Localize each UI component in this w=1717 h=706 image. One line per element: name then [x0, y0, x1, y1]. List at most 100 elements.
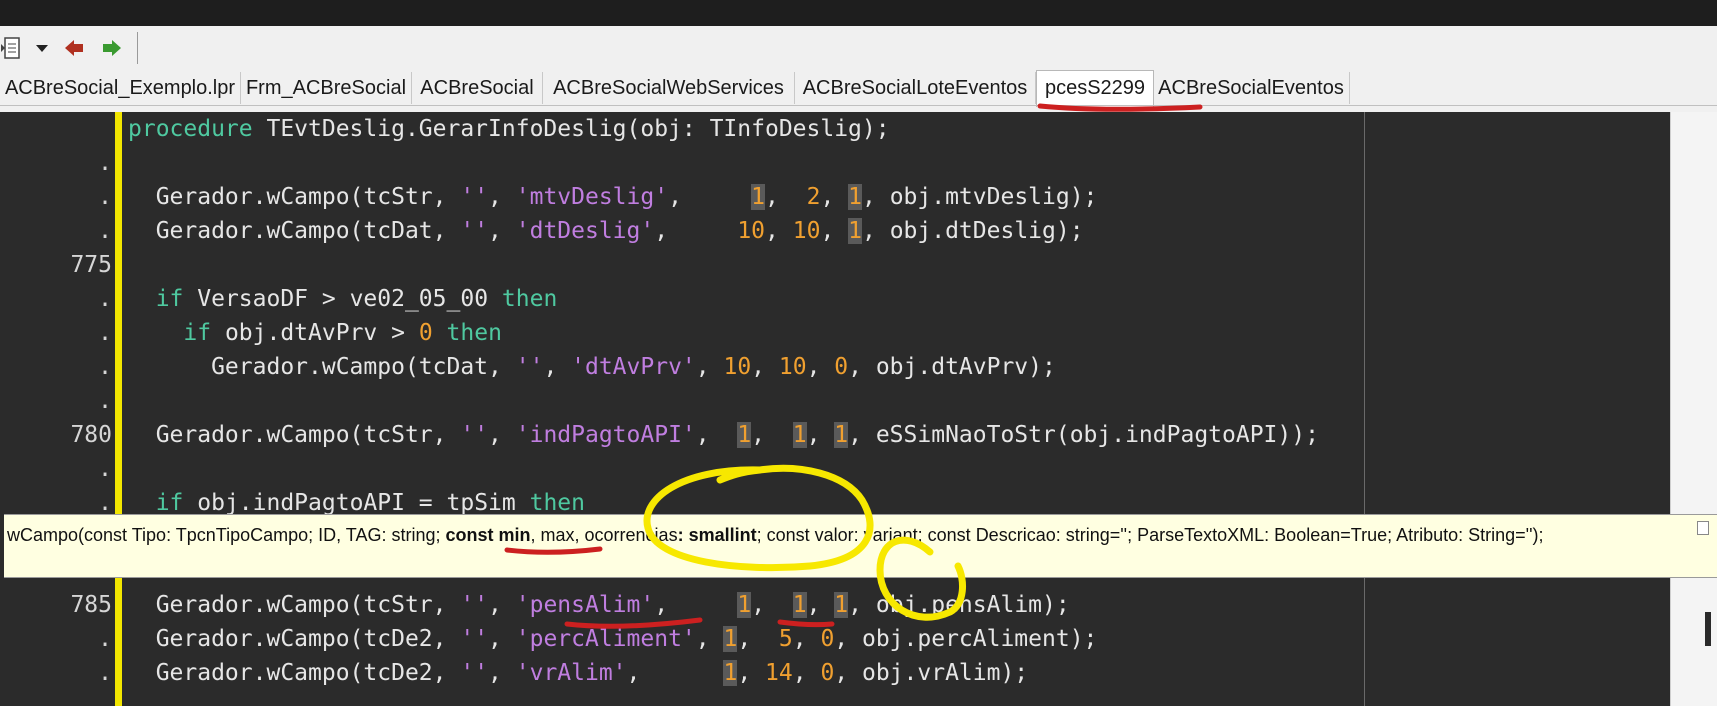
code-line: Gerador.wCampo(tcStr, '', 'pensAlim', 1,…	[128, 592, 1070, 618]
gutter-dot: .	[98, 490, 112, 516]
number-literal: 2	[806, 184, 821, 210]
code-text: ,	[668, 184, 752, 210]
number-literal-highlighted: 1	[723, 626, 738, 652]
code-line: if obj.indPagtoAPI = tpSim then	[128, 490, 585, 516]
string-literal: 'pensAlim'	[515, 592, 655, 618]
toolbar-separator	[137, 32, 138, 64]
keyword: then	[529, 490, 585, 516]
tab-acbresocial-exemplo[interactable]: ACBreSocial_Exemplo.lpr	[0, 72, 241, 104]
code-text: ,	[792, 660, 821, 686]
code-text: ,	[806, 354, 835, 380]
code-text: ,	[806, 422, 835, 448]
number-literal: 10	[737, 218, 766, 244]
code-text: Gerador.wCampo(tcStr,	[128, 184, 461, 210]
code-text: , obj.percAliment);	[834, 626, 1098, 652]
gutter-dot: .	[98, 184, 112, 210]
code-text: , obj.mtvDeslig);	[862, 184, 1098, 210]
gutter-dot: .	[98, 354, 112, 380]
tab-acbresocial[interactable]: ACBreSocial	[412, 72, 543, 104]
tooltip-current-param: const min	[445, 525, 531, 545]
code-text: ,	[765, 184, 807, 210]
code-text: ,	[543, 354, 572, 380]
gutter-dot: .	[98, 320, 112, 346]
gutter-dot: .	[98, 286, 112, 312]
tooltip-text: ; const valor: variant; const Descricao:…	[756, 525, 1544, 545]
tab-pcess2299[interactable]: pcesS2299	[1036, 70, 1154, 107]
number-literal: 10	[792, 218, 821, 244]
number-literal-highlighted: 1	[834, 592, 849, 618]
gutter-dot: .	[98, 626, 112, 652]
keyword: if	[155, 490, 184, 516]
keyword: procedure	[128, 116, 253, 142]
list-icon[interactable]	[0, 34, 24, 62]
parameter-hint-tooltip: wCampo(const Tipo: TpcnTipoCampo; ID, TA…	[4, 514, 1717, 578]
string-literal: ''	[515, 354, 544, 380]
code-line: Gerador.wCampo(tcStr, '', 'mtvDeslig', 1…	[128, 184, 1097, 210]
code-text: ,	[751, 592, 793, 618]
tooltip-page-icon	[1697, 521, 1709, 535]
code-text: ,	[695, 422, 738, 448]
code-text: ,	[488, 626, 516, 652]
string-literal: 'dtAvPrv'	[571, 354, 696, 380]
tooltip-text: wCampo(const Tipo: TpcnTipoCampo; ID, TA…	[7, 525, 446, 545]
forward-arrow-icon[interactable]	[100, 34, 124, 62]
line-number-785: 785	[70, 592, 112, 618]
code-text: ,	[820, 218, 849, 244]
code-text: Gerador.wCampo(tcDe2,	[128, 626, 461, 652]
code-text: ,	[806, 592, 835, 618]
right-margin-line	[1364, 112, 1365, 706]
code-text: , obj.dtDeslig);	[862, 218, 1084, 244]
code-text: ,	[626, 660, 724, 686]
code-line: Gerador.wCampo(tcDe2, '', 'percAliment',…	[128, 626, 1097, 652]
code-text: VersaoDF > ve02_05_00	[183, 286, 502, 312]
code-text: , obj.pensAlim);	[848, 592, 1070, 618]
code-text: Gerador.wCampo(tcDat,	[128, 218, 461, 244]
keyword: then	[446, 320, 502, 346]
string-literal: ''	[460, 660, 489, 686]
tab-acbresocial-eventos[interactable]: ACBreSocialEventos	[1153, 72, 1350, 104]
gutter-dot: .	[98, 218, 112, 244]
code-text: ,	[488, 422, 516, 448]
gutter-dot: .	[98, 660, 112, 686]
gutter-dot: .	[98, 456, 112, 482]
number-literal-highlighted: 1	[792, 592, 807, 618]
code-text: ,	[654, 592, 738, 618]
number-literal-highlighted: 1	[848, 218, 862, 244]
string-literal: ''	[460, 422, 489, 448]
toolbar	[0, 26, 1717, 70]
code-text: , obj.vrAlim);	[834, 660, 1029, 686]
back-arrow-icon[interactable]	[62, 34, 86, 62]
number-literal: 0	[820, 626, 835, 652]
code-line: Gerador.wCampo(tcDat, '', 'dtAvPrv', 10,…	[128, 354, 1056, 380]
file-tabs: ACBreSocial_Exemplo.lpr Frm_ACBreSocial …	[0, 70, 1717, 107]
code-line: Gerador.wCampo(tcStr, '', 'indPagtoAPI',…	[128, 422, 1319, 448]
code-text: ,	[488, 592, 516, 618]
code-line: Gerador.wCampo(tcDe2, '', 'vrAlim', 1, 1…	[128, 660, 1028, 686]
code-text: ,	[695, 354, 724, 380]
gutter-dot: .	[98, 150, 112, 176]
string-literal: 'mtvDeslig'	[515, 184, 669, 210]
scrollbar-thumb[interactable]	[1705, 612, 1711, 646]
code-line: if VersaoDF > ve02_05_00 then	[128, 286, 558, 312]
window-title-bar	[0, 0, 1717, 26]
code-text: TEvtDeslig.GerarInfoDeslig(obj: TInfoDes…	[252, 116, 890, 142]
vertical-scrollbar[interactable]	[1670, 112, 1717, 706]
code-text: Gerador.wCampo(tcDat,	[128, 354, 516, 380]
tab-acbresocial-webservices[interactable]: ACBreSocialWebServices	[543, 72, 795, 104]
code-line: procedure TEvtDeslig.GerarInfoDeslig(obj…	[128, 116, 890, 142]
string-literal: ''	[460, 592, 489, 618]
tab-acbresocial-loteeventos[interactable]: ACBreSocialLoteEventos	[795, 72, 1036, 104]
code-editor[interactable]: . . . 775 . . . . 780 . . 785 . . proced…	[0, 112, 1670, 706]
number-literal-highlighted: 1	[792, 422, 807, 448]
code-text: Gerador.wCampo(tcDe2,	[128, 660, 461, 686]
code-text: , eSSimNaoToStr(obj.indPagtoAPI));	[848, 422, 1319, 448]
dropdown-arrow-icon[interactable]	[32, 34, 52, 62]
string-literal: ''	[460, 184, 489, 210]
code-text: ,	[737, 626, 779, 652]
tab-frm-acbresocial[interactable]: Frm_ACBreSocial	[241, 72, 412, 104]
gutter-dot: .	[98, 388, 112, 414]
number-literal-highlighted: 1	[848, 184, 862, 210]
line-number-780: 780	[70, 422, 112, 448]
